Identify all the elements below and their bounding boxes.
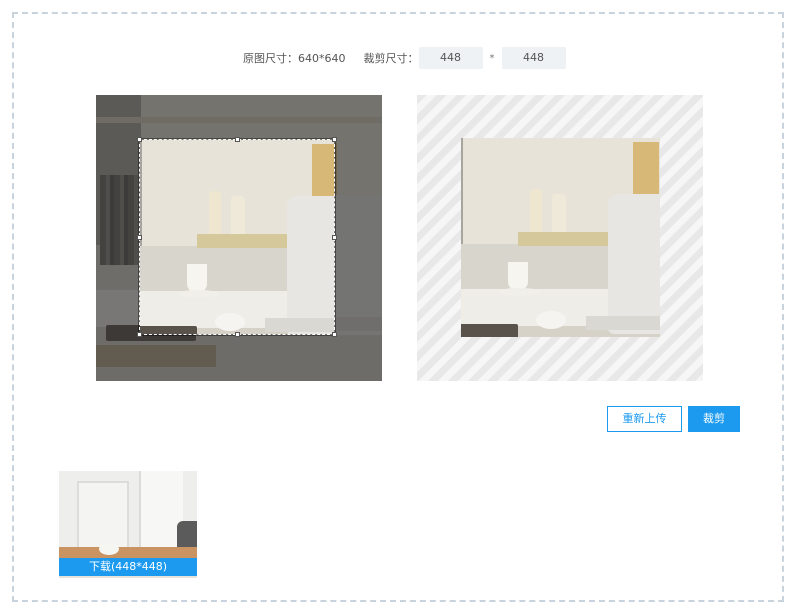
crop-handle-top[interactable] xyxy=(235,137,240,142)
original-size-label: 原图尺寸：640*640 xyxy=(243,52,346,65)
crop-size-label: 裁剪尺寸： xyxy=(363,52,419,65)
crop-handle-right[interactable] xyxy=(332,235,337,240)
preview-image xyxy=(461,138,660,337)
crop-handle-top-left[interactable] xyxy=(137,137,142,142)
times-sign: * xyxy=(489,52,495,64)
crop-handle-bottom-right[interactable] xyxy=(332,332,337,337)
crop-handle-left[interactable] xyxy=(137,235,142,240)
crop-handle-bottom-left[interactable] xyxy=(137,332,142,337)
crop-selection-box[interactable] xyxy=(139,139,335,335)
crop-handle-bottom[interactable] xyxy=(235,332,240,337)
crop-button[interactable]: 裁剪 xyxy=(688,406,740,432)
reupload-button[interactable]: 重新上传 xyxy=(607,406,682,432)
download-button[interactable]: 下载(448*448) xyxy=(59,558,197,576)
size-info-row: 原图尺寸：640*640 裁剪尺寸： 448 * 448 xyxy=(243,47,566,69)
crop-preview xyxy=(417,95,703,381)
source-image-canvas[interactable] xyxy=(96,95,382,381)
crop-height-field[interactable]: 448 xyxy=(501,47,566,69)
crop-handle-top-right[interactable] xyxy=(332,137,337,142)
crop-width-field[interactable]: 448 xyxy=(418,47,483,69)
